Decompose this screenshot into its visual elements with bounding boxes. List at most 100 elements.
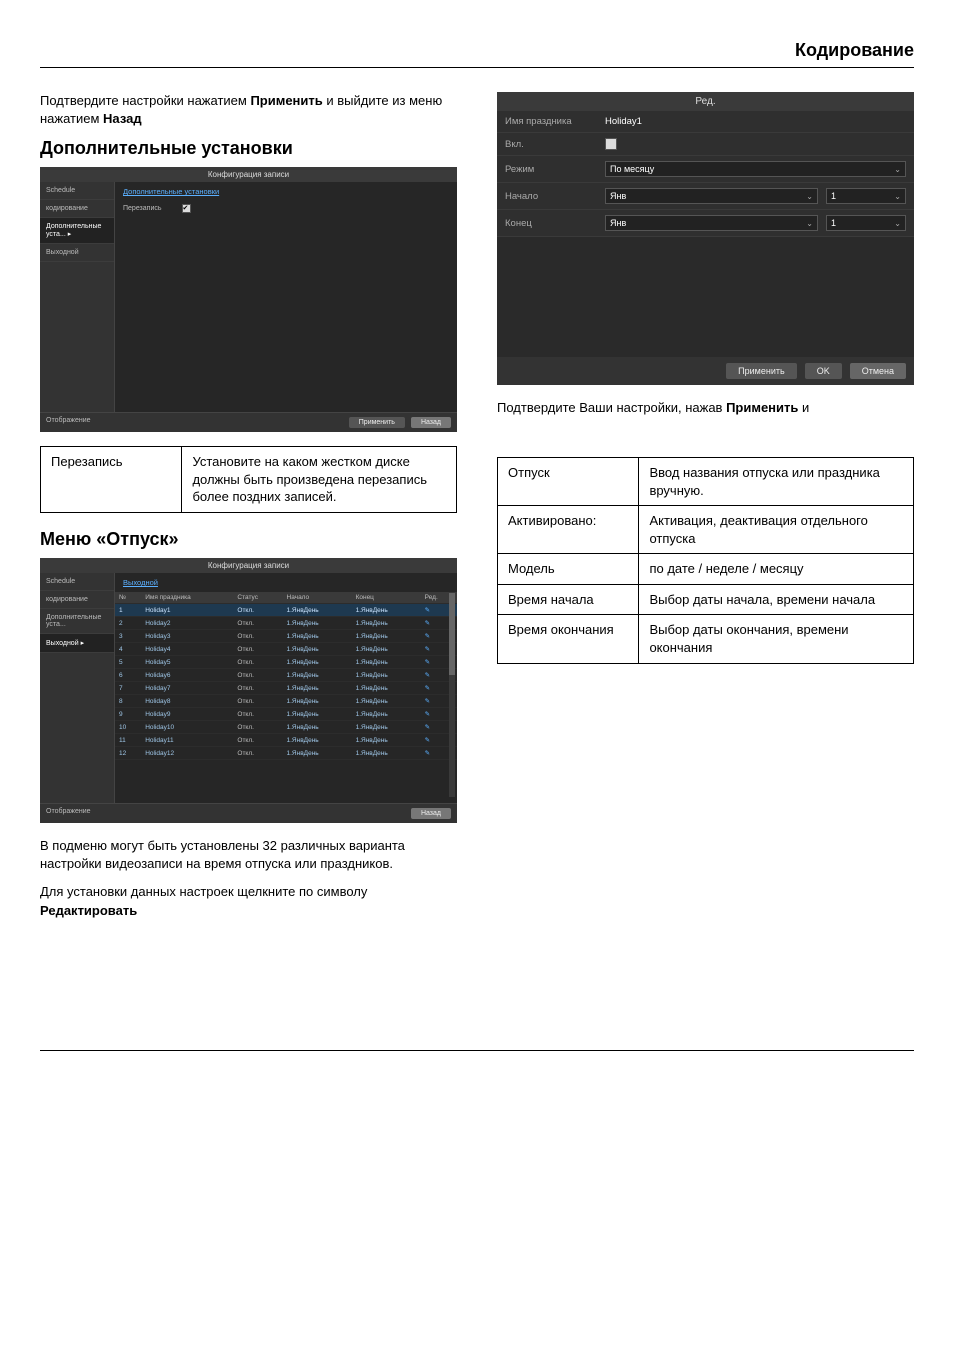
sidebar-item[interactable]: кодирование (40, 200, 114, 218)
table-cell: 1.ЯнвДень (352, 604, 421, 617)
chevron-down-icon: ⌄ (894, 219, 901, 228)
table-row[interactable]: 5Holiday5Откл.1.ЯнвДень1.ЯнвДень✎ (115, 656, 457, 669)
text: Для установки данных настроек щелкните п… (40, 884, 367, 899)
app-title: Конфигурация записи (40, 558, 457, 573)
dialog-title: Ред. (497, 92, 914, 111)
table-cell: Holiday9 (141, 708, 233, 721)
pencil-icon: ✎ (425, 723, 433, 731)
table-header: Конец (352, 592, 421, 604)
table-cell: 1.ЯнвДень (283, 682, 352, 695)
sidebar-item[interactable]: Дополнительные уста... (40, 609, 114, 634)
sidebar-item[interactable]: кодирование (40, 591, 114, 609)
select-value: 1 (831, 218, 836, 228)
table-header: № (115, 592, 141, 604)
table-cell: 9 (115, 708, 141, 721)
table-cell: 7 (115, 682, 141, 695)
table-cell: Holiday1 (141, 604, 233, 617)
scrollbar[interactable] (449, 593, 455, 797)
cancel-button[interactable]: Отмена (850, 363, 906, 379)
table-row[interactable]: 3Holiday3Откл.1.ЯнвДень1.ЯнвДень✎ (115, 630, 457, 643)
apply-button[interactable]: Применить (726, 363, 797, 379)
table-cell: 1.ЯнвДень (352, 695, 421, 708)
app-tab[interactable]: Дополнительные установки (115, 182, 227, 201)
sidebar-item[interactable]: Выходной (40, 244, 114, 262)
sidebar-item[interactable]: Schedule (40, 182, 114, 200)
table-cell: 1.ЯнвДень (283, 669, 352, 682)
start-month-select[interactable]: Янв ⌄ (605, 188, 818, 204)
table-cell: 1.ЯнвДень (283, 643, 352, 656)
table-cell: Откл. (233, 695, 282, 708)
table-cell: 6 (115, 669, 141, 682)
chevron-down-icon: ⌄ (806, 219, 813, 228)
table-cell: Откл. (233, 630, 282, 643)
table-cell: Holiday10 (141, 721, 233, 734)
table-cell: 1.ЯнвДень (352, 747, 421, 760)
table-cell: Holiday2 (141, 617, 233, 630)
heading-extra-settings: Дополнительные установки (40, 138, 457, 159)
table-cell: 1.ЯнвДень (283, 708, 352, 721)
select-value: 1 (831, 191, 836, 201)
table-row[interactable]: 2Holiday2Откл.1.ЯнвДень1.ЯнвДень✎ (115, 617, 457, 630)
back-button[interactable]: Назад (411, 808, 451, 819)
start-day-select[interactable]: 1 ⌄ (826, 188, 906, 204)
pencil-icon: ✎ (425, 632, 433, 640)
enable-checkbox[interactable] (605, 138, 617, 150)
field-label: Имя праздника (497, 111, 597, 132)
apply-button[interactable]: Применить (349, 417, 405, 428)
ok-button[interactable]: OK (805, 363, 842, 379)
table-cell: 2 (115, 617, 141, 630)
intro-paragraph: Подтвердите настройки нажатием Применить… (40, 92, 457, 128)
app-main: Выходной №Имя праздникаСтатусНачалоКонец… (115, 573, 457, 803)
app-tab[interactable]: Выходной (115, 573, 166, 592)
overwrite-checkbox[interactable] (182, 204, 191, 213)
table-cell: Откл. (233, 604, 282, 617)
table-cell: Откл. (233, 747, 282, 760)
table-cell: 1.ЯнвДень (283, 721, 352, 734)
field-label: Режим (497, 159, 597, 180)
select-value: Янв (610, 218, 626, 228)
table-cell: 1.ЯнвДень (352, 682, 421, 695)
end-day-select[interactable]: 1 ⌄ (826, 215, 906, 231)
table-cell: 4 (115, 643, 141, 656)
overwrite-table: Перезапись Установите на каком жестком д… (40, 446, 457, 513)
table-cell: Holiday5 (141, 656, 233, 669)
mode-select[interactable]: По месяцу ⌄ (605, 161, 906, 177)
end-month-select[interactable]: Янв ⌄ (605, 215, 818, 231)
table-row[interactable]: 11Holiday11Откл.1.ЯнвДень1.ЯнвДень✎ (115, 734, 457, 747)
sidebar-item[interactable]: Дополнительные уста... (40, 218, 114, 244)
table-cell: по дате / неделе / месяцу (639, 554, 914, 585)
table-row[interactable]: 4Holiday4Откл.1.ЯнвДень1.ЯнвДень✎ (115, 643, 457, 656)
pencil-icon: ✎ (425, 658, 433, 666)
table-cell: Установите на каком жестком диске должны… (182, 447, 457, 513)
table-header: Статус (233, 592, 282, 604)
table-cell: 1.ЯнвДень (352, 721, 421, 734)
table-cell: Откл. (233, 669, 282, 682)
table-cell: Время начала (498, 584, 639, 615)
sidebar-item[interactable]: Выходной (40, 634, 114, 653)
sidebar-item[interactable]: Schedule (40, 573, 114, 591)
table-cell: Откл. (233, 721, 282, 734)
edit-dialog: Ред. Имя праздника Holiday1 Вкл. Режим П… (497, 92, 914, 385)
table-cell: Откл. (233, 656, 282, 669)
table-row[interactable]: 10Holiday10Откл.1.ЯнвДень1.ЯнвДень✎ (115, 721, 457, 734)
footer-display-link[interactable]: Отображение (46, 417, 91, 428)
table-header: Начало (283, 592, 352, 604)
table-cell: Holiday3 (141, 630, 233, 643)
footer-display-link[interactable]: Отображение (46, 808, 91, 819)
back-button[interactable]: Назад (411, 417, 451, 428)
field-description-table: ОтпускВвод названия отпуска или праздник… (497, 457, 914, 663)
app-sidebar: Schedule кодирование Дополнительные уста… (40, 182, 115, 412)
table-row[interactable]: 6Holiday6Откл.1.ЯнвДень1.ЯнвДень✎ (115, 669, 457, 682)
table-row[interactable]: 12Holiday12Откл.1.ЯнвДень1.ЯнвДень✎ (115, 747, 457, 760)
table-cell: Holiday7 (141, 682, 233, 695)
holiday-name-input[interactable]: Holiday1 (597, 111, 914, 132)
table-row[interactable]: 8Holiday8Откл.1.ЯнвДень1.ЯнвДень✎ (115, 695, 457, 708)
table-row[interactable]: 7Holiday7Откл.1.ЯнвДень1.ЯнвДень✎ (115, 682, 457, 695)
page-footer-divider (40, 1050, 914, 1051)
table-row[interactable]: 1Holiday1Откл.1.ЯнвДень1.ЯнвДень✎ (115, 604, 457, 617)
text-bold: Редактировать (40, 903, 137, 918)
table-cell: Откл. (233, 682, 282, 695)
table-cell: 1.ЯнвДень (283, 695, 352, 708)
table-cell: 1.ЯнвДень (352, 630, 421, 643)
table-row[interactable]: 9Holiday9Откл.1.ЯнвДень1.ЯнвДень✎ (115, 708, 457, 721)
